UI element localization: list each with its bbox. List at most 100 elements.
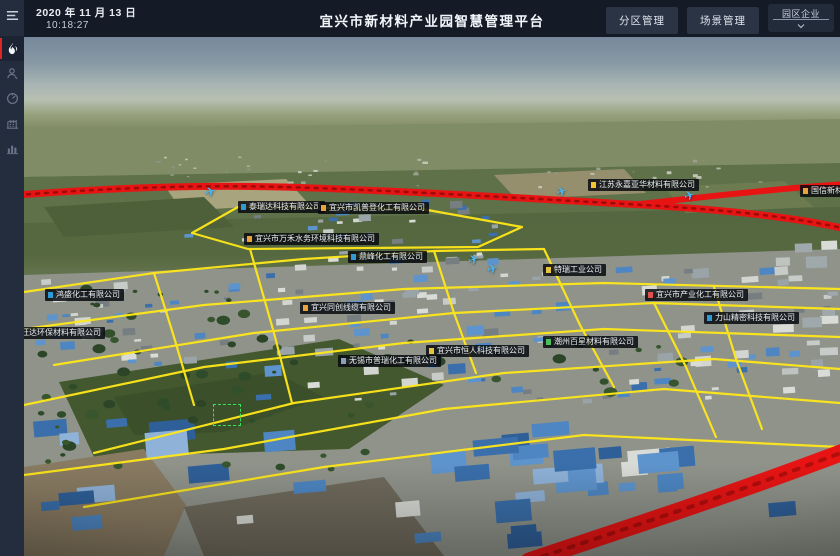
company-label[interactable]: 力山精密科技有限公司 — [704, 312, 799, 324]
building — [47, 314, 58, 321]
tree — [110, 337, 119, 343]
person-icon — [6, 67, 19, 80]
company-label[interactable]: 宜兴旺达环保材料有限公司 — [24, 327, 105, 339]
building — [700, 346, 713, 353]
building — [41, 279, 51, 285]
company-label-text: 鸿盛化工有限公司 — [56, 289, 120, 301]
top-header-bar: 2020 年 11 月 13 日 10:18:27 宜兴市新材料产业园智慧管理平… — [24, 0, 840, 37]
company-tag-icon — [546, 339, 551, 345]
building — [678, 333, 691, 339]
tree — [257, 335, 269, 343]
company-tag-icon — [591, 182, 596, 188]
company-tag-icon — [321, 205, 326, 211]
building — [128, 359, 137, 363]
building — [712, 387, 719, 390]
building — [448, 363, 466, 374]
park-enterprise-dropdown[interactable]: 园区企业 — [768, 4, 834, 32]
hamburger-icon — [6, 9, 19, 22]
building — [229, 283, 241, 290]
tree — [222, 461, 231, 467]
company-label[interactable]: 宜兴市恒人科技有限公司 — [426, 345, 529, 357]
building — [633, 171, 635, 172]
company-label[interactable]: 宜兴市产业化工有限公司 — [645, 289, 748, 301]
company-label-text: 泰瑞达科技有限公司 — [249, 201, 321, 213]
building — [288, 182, 294, 184]
flame-icon — [6, 42, 19, 55]
zone-management-button[interactable]: 分区管理 — [606, 7, 678, 34]
building — [807, 340, 820, 345]
tree — [196, 400, 206, 407]
building — [303, 335, 315, 342]
building — [778, 279, 789, 286]
tree — [207, 317, 215, 322]
building — [795, 243, 813, 252]
building — [717, 168, 721, 170]
building — [495, 498, 532, 523]
sidebar-item-energy[interactable] — [0, 86, 24, 111]
building — [164, 157, 167, 159]
tree — [238, 310, 250, 319]
scene-management-button[interactable]: 场景管理 — [687, 7, 759, 34]
company-label[interactable]: 江苏永嘉亚华材料有限公司 — [588, 179, 699, 191]
building — [818, 369, 830, 377]
building — [361, 293, 373, 300]
dropdown-divider — [773, 19, 829, 20]
company-label[interactable]: 特瑞工业公司 — [543, 264, 606, 276]
building — [538, 186, 542, 188]
building — [187, 176, 190, 177]
building — [690, 361, 701, 366]
company-label-text: 宜兴旺达环保材料有限公司 — [24, 327, 101, 339]
company-label-text: 宜兴市恒人科技有限公司 — [437, 345, 525, 357]
building — [71, 313, 78, 316]
company-label[interactable]: 宜兴同创线缆有限公司 — [300, 302, 395, 314]
company-label[interactable]: 国信新材料公司 — [800, 185, 840, 197]
company-label[interactable]: 鸿盛化工有限公司 — [45, 289, 124, 301]
tree — [57, 411, 66, 418]
company-tag-icon — [341, 358, 346, 364]
tree — [38, 351, 48, 358]
building — [254, 215, 261, 218]
company-label[interactable]: 宜兴市凯普登化工有限公司 — [318, 202, 429, 214]
building — [392, 239, 403, 244]
tree — [188, 416, 198, 423]
sidebar-item-statistics[interactable] — [0, 136, 24, 161]
building — [500, 273, 508, 277]
company-tag-icon — [546, 267, 551, 273]
building — [381, 334, 389, 339]
company-label[interactable]: 宜兴市万禾水务环境科技有限公司 — [244, 233, 379, 245]
header-controls: 分区管理 场景管理 园区企业 — [606, 4, 834, 34]
building — [60, 341, 75, 350]
building — [313, 170, 317, 172]
selection-box[interactable] — [213, 404, 241, 426]
company-label-text: 国信新材料公司 — [811, 185, 840, 197]
sidebar-item-enterprise[interactable] — [0, 111, 24, 136]
map-3d-view[interactable]: 泰瑞达科技有限公司宜兴市凯普登化工有限公司宜兴市万禾水务环境科技有限公司鼎峰化工… — [24, 37, 840, 556]
company-label[interactable]: 潮州百星材料有限公司 — [543, 336, 638, 348]
company-label-text: 宜兴市万禾水务环境科技有限公司 — [255, 233, 375, 245]
company-label[interactable]: 泰瑞达科技有限公司 — [238, 201, 325, 213]
building — [395, 500, 420, 517]
company-tag-icon — [707, 315, 712, 321]
building — [179, 164, 182, 165]
building — [184, 234, 193, 238]
building — [667, 171, 672, 174]
building — [154, 361, 162, 366]
sidebar-item-fire-alarm[interactable] — [0, 36, 24, 61]
building — [301, 181, 306, 184]
building — [402, 292, 416, 298]
tree — [228, 341, 236, 347]
company-label[interactable]: 无锡市普瑞化工有限公司 — [338, 355, 441, 367]
building — [193, 168, 196, 169]
building — [782, 368, 799, 375]
building — [170, 174, 174, 176]
tree — [204, 290, 208, 293]
menu-toggle-icon[interactable] — [0, 2, 24, 28]
building — [359, 214, 371, 221]
building — [766, 347, 780, 357]
building — [295, 289, 303, 294]
company-label[interactable]: 鼎峰化工有限公司 — [348, 251, 427, 263]
tree — [365, 402, 374, 408]
building — [492, 224, 498, 228]
building — [318, 219, 323, 222]
sidebar-item-personnel[interactable] — [0, 61, 24, 86]
